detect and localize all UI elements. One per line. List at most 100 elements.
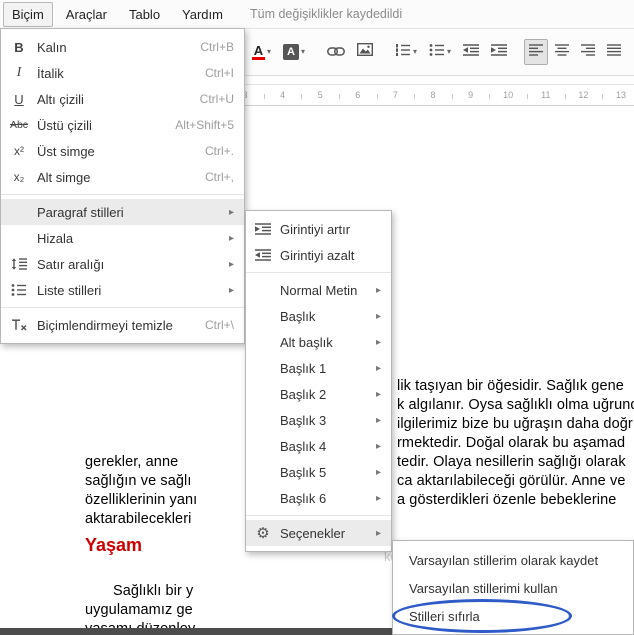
menu-item-label: İtalik <box>37 65 64 81</box>
menu-item-superscript[interactable]: x² Üst simge Ctrl+. <box>1 138 244 164</box>
insert-image-button[interactable] <box>352 39 378 65</box>
menu-item-label: Kalın <box>37 39 67 55</box>
ruler-number: 4 <box>280 90 286 100</box>
menu-item-options[interactable]: ⚙ Seçenekler ▸ <box>246 520 391 546</box>
menu-item-subtitle[interactable]: Alt başlık ▸ <box>246 329 391 355</box>
menu-item-underline[interactable]: U Altı çizili Ctrl+U <box>1 86 244 112</box>
bulleted-list-button[interactable]: ▾ <box>424 39 456 65</box>
submenu-arrow-icon: ▸ <box>228 206 234 218</box>
menu-item-clear-formatting[interactable]: Biçimlendirmeyi temizle Ctrl+\ <box>1 312 244 338</box>
menu-item-shortcut: Ctrl+U <box>199 92 234 106</box>
menu-item-heading-6[interactable]: Başlık 6 ▸ <box>246 485 391 511</box>
menu-item-heading-2[interactable]: Başlık 2 ▸ <box>246 381 391 407</box>
text-color-button[interactable]: A ▾ <box>247 39 276 65</box>
text-color-icon: A <box>252 43 265 60</box>
align-justify-button[interactable] <box>602 39 626 65</box>
submenu-arrow-icon: ▸ <box>375 466 381 478</box>
menu-item-decrease-indent[interactable]: Girintiyi azalt <box>246 242 391 268</box>
align-left-button[interactable] <box>524 39 549 65</box>
dropdown-arrow-icon: ▾ <box>413 47 418 56</box>
menu-item-paragraph-styles[interactable]: Paragraf stilleri ▸ <box>1 199 244 225</box>
menu-item-label: Liste stilleri <box>37 282 102 298</box>
numbered-list-button[interactable]: ▾ <box>390 39 422 65</box>
submenu-arrow-icon: ▸ <box>375 414 381 426</box>
bold-icon: B <box>14 39 24 55</box>
ruler-tick <box>527 94 528 99</box>
align-right-button[interactable] <box>576 39 600 65</box>
menu-item-label: Başlık <box>280 308 316 324</box>
submenu-arrow-icon: ▸ <box>228 232 234 244</box>
menu-item-shortcut: Ctrl+B <box>200 40 234 54</box>
menu-item-increase-indent[interactable]: Girintiyi artır <box>246 216 391 242</box>
menu-separator <box>1 194 244 195</box>
menubar-item-tools[interactable]: Araçlar <box>57 2 116 27</box>
menu-item-save-as-default-styles[interactable]: Varsayılan stillerim olarak kaydet <box>393 546 633 574</box>
document-text-fragment: rmektedir. Doğal olarak bu aşamad <box>397 435 626 451</box>
strikethrough-icon: Abc <box>9 119 29 131</box>
highlight-color-icon: A <box>283 44 300 60</box>
submenu-arrow-icon: ▸ <box>228 284 234 296</box>
document-text-fragment: tedir. Olaya nesillerin sağlığı olarak <box>397 454 626 470</box>
ruler-number: 12 <box>578 90 589 100</box>
paragraph-styles-menu: Girintiyi artır Girintiyi azalt Normal M… <box>245 210 392 552</box>
decrease-indent-button[interactable] <box>458 39 484 65</box>
menu-separator <box>246 272 391 273</box>
superscript-icon: x² <box>14 144 24 158</box>
document-text-fragment: sağlığın ve sağlı <box>85 473 192 489</box>
increase-indent-button[interactable] <box>486 39 512 65</box>
menu-item-heading-5[interactable]: Başlık 5 ▸ <box>246 459 391 485</box>
menubar-item-help[interactable]: Yardım <box>173 2 232 27</box>
ruler-number: 6 <box>355 90 361 100</box>
menu-item-subscript[interactable]: x₂ Alt simge Ctrl+, <box>1 164 244 190</box>
menubar: Biçim Araçlar Tablo Yardım Tüm değişikli… <box>0 0 634 28</box>
submenu-arrow-icon: ▸ <box>228 258 234 270</box>
clear-formatting-icon <box>1 319 37 331</box>
ruler-number: 8 <box>430 90 436 100</box>
document-text-fragment: uygulamamız ge <box>85 602 193 618</box>
ruler-tick <box>376 94 378 99</box>
menu-item-title[interactable]: Başlık ▸ <box>246 303 391 329</box>
menu-item-line-spacing[interactable]: Satır aralığı ▸ <box>1 251 244 277</box>
document-text-fragment: lik taşıyan bir öğesidir. Sağlık gene <box>397 378 624 394</box>
menu-item-heading-1[interactable]: Başlık 1 ▸ <box>246 355 391 381</box>
menu-item-label: Alt başlık <box>280 334 333 350</box>
subscript-icon: x₂ <box>13 170 25 184</box>
menu-item-normal-text[interactable]: Normal Metin ▸ <box>246 277 391 303</box>
menu-item-shortcut: Alt+Shift+5 <box>175 118 234 132</box>
menu-item-reset-styles[interactable]: Stilleri sıfırla <box>393 602 633 630</box>
menu-item-heading-4[interactable]: Başlık 4 ▸ <box>246 433 391 459</box>
save-status: Tüm değişiklikler kaydedildi <box>249 7 403 21</box>
ruler-number: 7 <box>392 90 398 100</box>
menubar-item-table[interactable]: Tablo <box>120 2 169 27</box>
align-justify-icon <box>607 43 622 61</box>
decrease-indent-icon <box>246 249 280 261</box>
menu-item-shortcut: Ctrl+. <box>204 144 234 158</box>
submenu-arrow-icon: ▸ <box>375 388 381 400</box>
menu-item-strikethrough[interactable]: Abc Üstü çizili Alt+Shift+5 <box>1 112 244 138</box>
dropdown-arrow-icon: ▾ <box>447 47 452 56</box>
menu-item-use-my-default-styles[interactable]: Varsayılan stillerimi kullan <box>393 574 633 602</box>
menu-item-label: Varsayılan stillerim olarak kaydet <box>409 552 599 568</box>
menu-item-heading-3[interactable]: Başlık 3 ▸ <box>246 407 391 433</box>
align-center-button[interactable] <box>550 39 574 65</box>
decrease-indent-icon <box>463 43 480 61</box>
menu-item-label: Altı çizili <box>37 91 84 107</box>
ruler-tick <box>414 94 416 99</box>
insert-link-button[interactable] <box>322 39 350 65</box>
gear-icon: ⚙ <box>256 525 270 542</box>
menu-item-bold[interactable]: B Kalın Ctrl+B <box>1 34 244 60</box>
ruler-tick <box>564 94 566 99</box>
highlight-color-button[interactable]: A ▾ <box>278 39 310 65</box>
submenu-arrow-icon: ▸ <box>375 440 381 452</box>
underline-icon: U <box>14 91 24 107</box>
menu-item-label: Başlık 2 <box>280 386 327 402</box>
numbered-list-icon <box>395 43 411 61</box>
menu-item-list-styles[interactable]: Liste stilleri ▸ <box>1 277 244 303</box>
menubar-item-format[interactable]: Biçim <box>3 1 53 27</box>
format-menu: B Kalın Ctrl+B I İtalik Ctrl+I U Altı çi… <box>0 28 245 344</box>
menu-item-align[interactable]: Hizala ▸ <box>1 225 244 251</box>
menu-item-label: Başlık 4 <box>280 438 327 454</box>
menu-item-shortcut: Ctrl+\ <box>204 318 234 332</box>
menu-item-italic[interactable]: I İtalik Ctrl+I <box>1 60 244 86</box>
ruler-number: 9 <box>468 90 474 100</box>
